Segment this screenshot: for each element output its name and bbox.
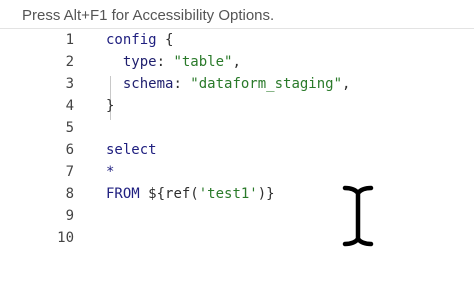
code-text: select	[106, 139, 157, 161]
code-token: config	[106, 32, 157, 48]
code-line[interactable]: 5	[0, 117, 474, 139]
code-text: }	[106, 95, 114, 117]
code-text: type: "table",	[106, 51, 241, 73]
code-text: *	[106, 161, 114, 183]
text-cursor-icon	[341, 183, 375, 249]
code-line[interactable]: 6 select	[0, 139, 474, 161]
code-token: }	[106, 98, 115, 114]
accessibility-hint: Press Alt+F1 for Accessibility Options.	[22, 7, 275, 24]
code-token: :	[156, 54, 174, 70]
accessibility-hint-bar: Press Alt+F1 for Accessibility Options.	[0, 0, 474, 29]
line-number: 9	[65, 208, 74, 224]
code-editor-window: Press Alt+F1 for Accessibility Options. …	[0, 0, 474, 287]
code-text: schema: "dataform_staging",	[106, 73, 351, 95]
code-text: config {	[106, 29, 173, 51]
code-line[interactable]: 7 *	[0, 161, 474, 183]
code-line[interactable]: 1 config {	[0, 29, 474, 51]
line-number: 6	[65, 142, 74, 158]
code-token: FROM	[106, 186, 149, 202]
code-token: ,	[342, 76, 351, 92]
line-number: 2	[65, 54, 74, 70]
code-token: )}	[257, 186, 275, 202]
line-number: 4	[65, 98, 74, 114]
line-number: 5	[65, 120, 74, 136]
code-line[interactable]: 3 schema: "dataform_staging",	[0, 73, 474, 95]
code-token: ${ref(	[148, 186, 199, 202]
code-token: schema	[106, 76, 174, 92]
code-token: ,	[232, 54, 241, 70]
code-token: select	[106, 142, 157, 158]
code-editor[interactable]: 1 config {2 type: "table", 3 schema: "data…	[0, 29, 474, 287]
line-number: 10	[57, 230, 74, 246]
code-token: "dataform_staging"	[190, 76, 343, 92]
code-line[interactable]: 9	[0, 205, 474, 227]
code-text: FROM ${ref('test1')}	[106, 183, 275, 205]
line-number: 3	[65, 76, 74, 92]
code-line[interactable]: 4}	[0, 95, 474, 117]
code-token: 'test1'	[198, 186, 258, 202]
code-token: *	[106, 164, 115, 180]
code-line[interactable]: 2 type: "table",	[0, 51, 474, 73]
line-number: 7	[65, 164, 74, 180]
code-token: type	[106, 54, 157, 70]
code-line[interactable]: 8 FROM ${ref('test1')}	[0, 183, 474, 205]
code-token: :	[173, 76, 191, 92]
line-number: 1	[65, 32, 74, 48]
code-line[interactable]: 10	[0, 227, 474, 249]
line-number: 8	[65, 186, 74, 202]
code-token: {	[156, 32, 174, 48]
code-token: "table"	[173, 54, 233, 70]
